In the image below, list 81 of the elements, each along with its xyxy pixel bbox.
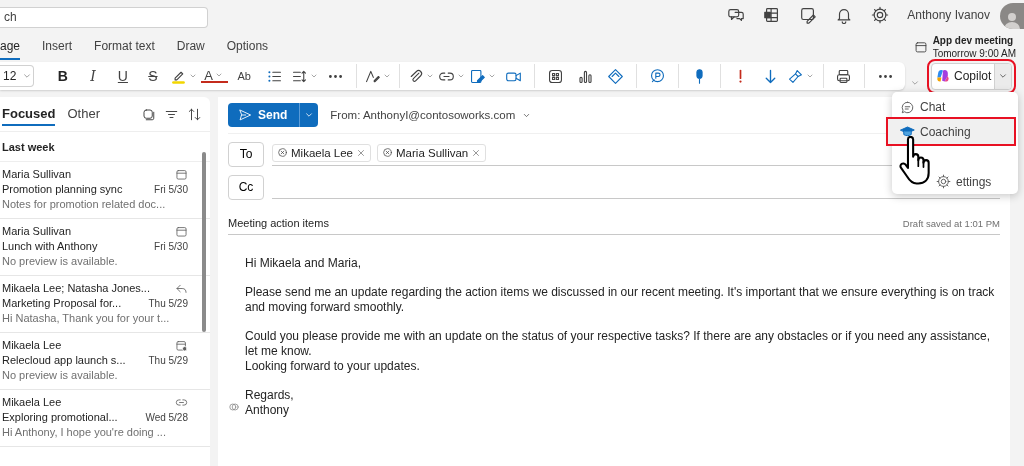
close-icon[interactable] [471,147,482,158]
note-pencil-icon[interactable] [799,6,818,24]
brush-icon[interactable] [787,67,805,85]
mail-preview: No preview is available. [2,254,119,269]
body-text: Please send me an update regarding the action items we discussed in our recent meeting. It's important that we ensure everything is on track and moving forward smoothly. [245,285,996,315]
circle-x-icon [277,147,288,158]
chat-bubbles-icon[interactable] [727,6,746,24]
mail-preview: Hi Anthony, I hope you're doing ... [2,425,167,440]
link-icon [175,396,188,409]
ribbon-tab[interactable]: age [0,32,21,60]
avatar[interactable] [1000,3,1024,29]
mail-date: Fri 5/30 [154,240,188,254]
circle-x-icon [382,147,393,158]
sort-icon[interactable] [187,106,202,122]
draft-status: Draft saved at 1:01 PM [902,217,1000,229]
mortarboard-icon [900,124,915,139]
body-text: Looking forward to your updates. [245,358,421,374]
chat-icon [900,99,915,115]
document-pen-icon[interactable] [469,67,487,85]
sender-name[interactable]: Maria Sullivan [2,167,72,182]
square-icon[interactable] [141,106,156,122]
to-button[interactable]: To [228,141,264,167]
mail-preview: Hi Natasha, Thank you for your t... [2,311,171,326]
font-size-dropdown[interactable]: 12 [0,65,35,87]
mail-subject[interactable]: Lunch with Anthony [2,239,98,254]
logo-icon [935,68,951,84]
calendar-check-icon [175,339,188,352]
mail-subject[interactable]: Promotion planning sync [2,182,123,197]
menu-item[interactable]: Chat [892,95,1018,119]
mail-tab[interactable]: Focused [2,102,56,126]
spelling-button[interactable]: Ab [230,64,258,88]
sender-name[interactable]: Maria Sullivan [2,224,72,239]
sender-name[interactable]: Mikaela Lee; Natasha Jones... [2,281,150,296]
italic-button[interactable]: I [79,64,107,88]
ribbon-tab[interactable]: Draw [176,32,205,60]
ribbon-tab[interactable]: Format text [94,32,155,60]
body-text: Regards, [245,388,295,403]
settings-icon[interactable] [871,6,890,24]
subject-field[interactable]: Meeting action items [228,217,329,229]
mail-date: Thu 5/29 [148,297,188,311]
mail-tab[interactable]: Other [67,102,100,126]
calendar-icon[interactable] [913,40,928,54]
sender-name[interactable]: Mikaela Lee [2,338,62,353]
menu-item[interactable]: ettings [892,170,1018,194]
bold-button[interactable]: B [49,64,77,88]
user-name[interactable]: Anthony Ivanov [907,8,990,22]
mail-date: Thu 5/29 [148,354,188,368]
calendar-icon [175,168,188,181]
ribbon-tab[interactable]: Insert [42,32,73,60]
chat-circle-icon[interactable] [648,67,666,85]
scrollbar-thumb[interactable] [202,152,206,332]
mail-date: Fri 5/30 [154,183,188,197]
menu-item[interactable]: Coaching [888,119,1014,144]
font-color-button[interactable]: A [200,66,228,86]
body-text: Could you please provide me with an update on the status of your respective tasks? If there are any obstacles or if you need any assistance, let me know. [245,329,992,359]
ribbon-tab[interactable]: Options [226,32,269,60]
underline-button[interactable]: U [109,64,137,88]
calendar-icon [175,225,188,238]
mail-subject[interactable]: Relecloud app launch s... [2,353,126,368]
mail-subject[interactable]: Exploring promotional... [2,410,118,425]
sender-name[interactable]: Mikaela Lee [2,395,62,410]
reply-icon [175,282,188,295]
close-icon[interactable] [356,147,366,158]
meeting-time: Tomorrow 9:00 AM [932,47,1016,60]
diamond-icon[interactable] [607,67,625,85]
mail-date: Wed 5/28 [145,411,188,425]
apps-icon[interactable] [547,67,565,85]
mail-preview: No preview is available. [2,368,119,383]
send-icon [238,108,252,122]
settings-icon [936,174,951,190]
body-text: Anthony [245,403,291,418]
mail-preview: Notes for promotion related doc... [2,197,167,212]
printer-icon[interactable] [835,67,853,85]
cc-button[interactable]: Cc [228,174,264,200]
circles-icon[interactable] [228,401,240,413]
search-field[interactable]: ch [0,6,208,28]
body-text: Hi Mikaela and Maria, [245,256,363,271]
from-selector[interactable]: From: AnthonyI@contosoworks.com [330,109,516,121]
meeting-title[interactable]: App dev meeting [932,34,1016,47]
strikethrough-button[interactable]: S [139,64,167,88]
mail-subject[interactable]: Marketing Proposal for... [2,296,122,311]
